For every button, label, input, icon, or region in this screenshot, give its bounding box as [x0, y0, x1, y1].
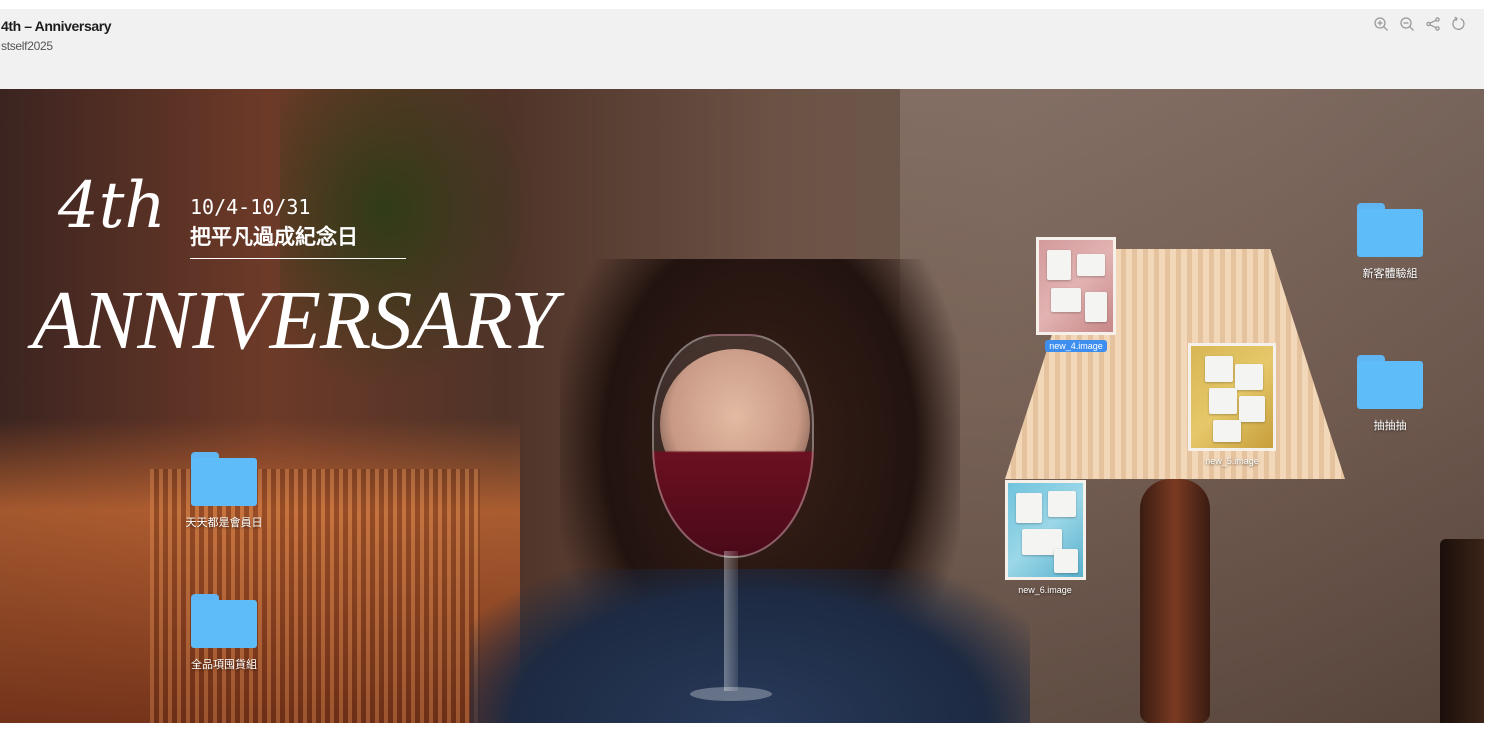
- wallpaper-glass-foot: [690, 687, 772, 701]
- image-thumbnail: [1036, 237, 1116, 335]
- image-label: new_5.image: [1205, 456, 1259, 466]
- folder-lucky-draw[interactable]: 抽抽抽: [1352, 355, 1428, 433]
- wallpaper-bottle: [1440, 539, 1484, 723]
- app-window: 4th – Anniversary stself2025 4th 10/4-10…: [0, 0, 1489, 734]
- image-thumbnail: [1188, 343, 1276, 451]
- reset-icon[interactable]: [1450, 15, 1468, 33]
- image-label: new_6.image: [1018, 585, 1072, 595]
- image-file-new-6[interactable]: new_6.image: [995, 480, 1095, 595]
- folder-label: 抽抽抽: [1373, 419, 1407, 432]
- poster-ordinal: 4th: [58, 169, 166, 243]
- desktop-wallpaper: 4th 10/4-10/31 把平凡過成紀念日 ANNIVERSARY 天天都是…: [0, 89, 1484, 723]
- poster-headline: ANNIVERSARY: [32, 274, 557, 367]
- poster-tagline: 把平凡過成紀念日: [190, 225, 358, 249]
- wallpaper-wine-glass: [652, 334, 814, 558]
- folder-icon: [191, 594, 257, 648]
- zoom-in-icon[interactable]: [1372, 15, 1390, 33]
- board-title: 4th – Anniversary: [1, 18, 112, 34]
- folder-label: 新客體驗組: [1362, 267, 1418, 280]
- folder-stock-up-set[interactable]: 全品項囤貨組: [181, 594, 267, 672]
- toolbar: [1372, 15, 1468, 33]
- poster-dates: 10/4-10/31: [190, 195, 311, 219]
- board-owner: stself2025: [1, 39, 53, 53]
- image-label: new_4.image: [1045, 340, 1107, 352]
- folder-label: 天天都是會員日: [185, 516, 263, 529]
- folder-label: 全品項囤貨組: [191, 658, 257, 671]
- wallpaper-glass-stem: [724, 551, 738, 691]
- folder-icon: [1357, 203, 1423, 257]
- folder-member-day[interactable]: 天天都是會員日: [181, 452, 267, 530]
- image-file-new-4[interactable]: new_4.image: [1026, 237, 1126, 352]
- folder-new-customer-set[interactable]: 新客體驗組: [1347, 203, 1433, 281]
- zoom-out-icon[interactable]: [1398, 15, 1416, 33]
- folder-icon: [191, 452, 257, 506]
- image-file-new-5[interactable]: new_5.image: [1182, 343, 1282, 466]
- image-thumbnail: [1004, 480, 1086, 580]
- poster-divider: [190, 258, 406, 259]
- wallpaper-lamp-base: [1140, 479, 1210, 723]
- header-bar: 4th – Anniversary stself2025: [0, 9, 1484, 89]
- folder-icon: [1357, 355, 1423, 409]
- share-icon[interactable]: [1424, 15, 1442, 33]
